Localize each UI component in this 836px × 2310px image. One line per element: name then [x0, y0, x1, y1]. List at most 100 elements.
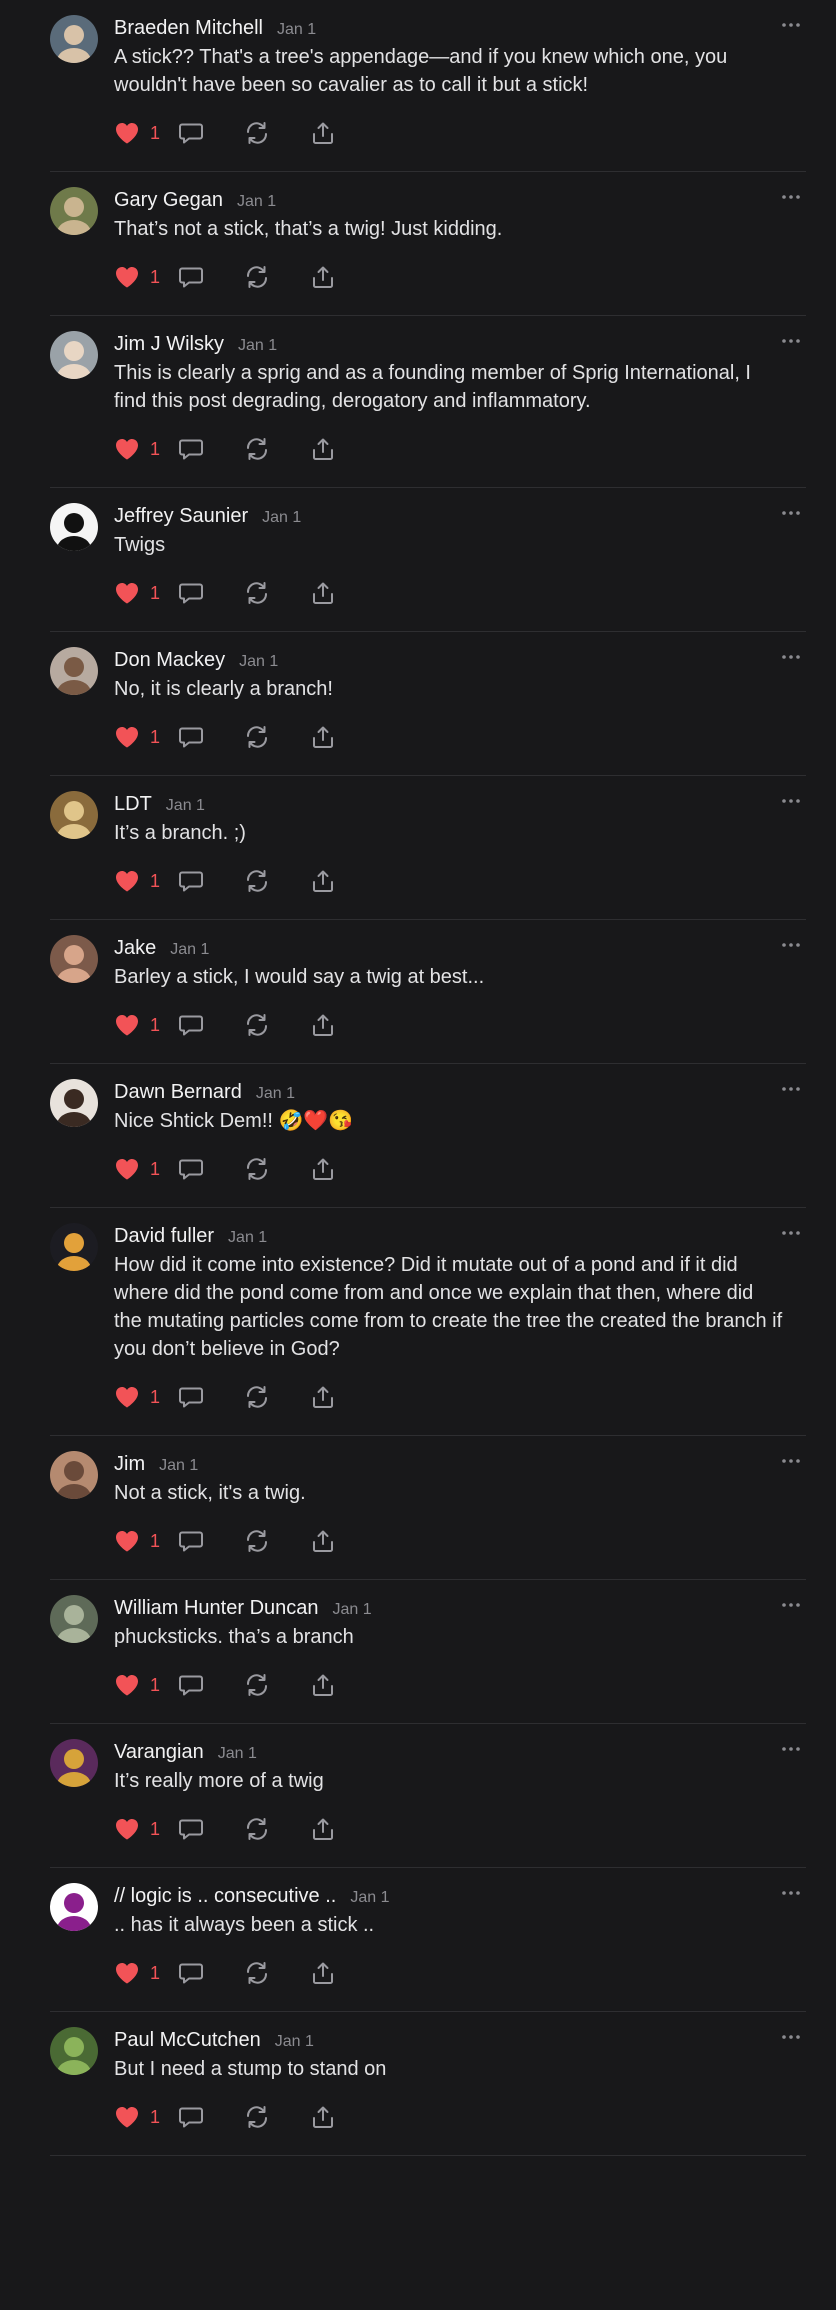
share-button[interactable]: [310, 725, 336, 749]
avatar[interactable]: [50, 331, 98, 379]
repost-button[interactable]: [244, 581, 270, 605]
like-button[interactable]: 1: [114, 1961, 176, 1985]
comment-date[interactable]: Jan 1: [262, 509, 301, 527]
more-options-button[interactable]: [778, 334, 804, 348]
author-name[interactable]: LDT: [114, 793, 152, 816]
author-name[interactable]: William Hunter Duncan: [114, 1597, 319, 1620]
comment-date[interactable]: Jan 1: [256, 1085, 295, 1103]
author-name[interactable]: Jake: [114, 937, 156, 960]
like-button[interactable]: 1: [114, 121, 176, 145]
reply-button[interactable]: [178, 1961, 204, 1985]
like-button[interactable]: 1: [114, 265, 176, 289]
avatar[interactable]: [50, 791, 98, 839]
share-button[interactable]: [310, 1157, 336, 1181]
reply-button[interactable]: [178, 1013, 204, 1037]
reply-button[interactable]: [178, 2105, 204, 2129]
avatar[interactable]: [50, 503, 98, 551]
repost-button[interactable]: [244, 1961, 270, 1985]
avatar[interactable]: [50, 1883, 98, 1931]
comment-date[interactable]: Jan 1: [159, 1457, 198, 1475]
comment-date[interactable]: Jan 1: [277, 21, 316, 39]
repost-button[interactable]: [244, 121, 270, 145]
like-button[interactable]: 1: [114, 1817, 176, 1841]
reply-button[interactable]: [178, 869, 204, 893]
avatar[interactable]: [50, 187, 98, 235]
share-button[interactable]: [310, 265, 336, 289]
avatar[interactable]: [50, 2027, 98, 2075]
like-button[interactable]: 1: [114, 869, 176, 893]
comment-date[interactable]: Jan 1: [218, 1745, 257, 1763]
comment-date[interactable]: Jan 1: [238, 337, 277, 355]
repost-button[interactable]: [244, 725, 270, 749]
like-button[interactable]: 1: [114, 1157, 176, 1181]
author-name[interactable]: Varangian: [114, 1741, 204, 1764]
share-button[interactable]: [310, 581, 336, 605]
repost-button[interactable]: [244, 1013, 270, 1037]
like-button[interactable]: 1: [114, 581, 176, 605]
reply-button[interactable]: [178, 1817, 204, 1841]
comment-date[interactable]: Jan 1: [333, 1601, 372, 1619]
like-button[interactable]: 1: [114, 1529, 176, 1553]
author-name[interactable]: // logic is .. consecutive ..: [114, 1885, 336, 1908]
reply-button[interactable]: [178, 725, 204, 749]
more-options-button[interactable]: [778, 650, 804, 664]
more-options-button[interactable]: [778, 1082, 804, 1096]
author-name[interactable]: Jeffrey Saunier: [114, 505, 248, 528]
repost-button[interactable]: [244, 1817, 270, 1841]
avatar[interactable]: [50, 1451, 98, 1499]
author-name[interactable]: Paul McCutchen: [114, 2029, 261, 2052]
like-button[interactable]: 1: [114, 725, 176, 749]
author-name[interactable]: David fuller: [114, 1225, 214, 1248]
author-name[interactable]: Dawn Bernard: [114, 1081, 242, 1104]
reply-button[interactable]: [178, 1157, 204, 1181]
more-options-button[interactable]: [778, 1454, 804, 1468]
share-button[interactable]: [310, 437, 336, 461]
repost-button[interactable]: [244, 1157, 270, 1181]
avatar[interactable]: [50, 647, 98, 695]
like-button[interactable]: 1: [114, 437, 176, 461]
reply-button[interactable]: [178, 1673, 204, 1697]
share-button[interactable]: [310, 1385, 336, 1409]
comment-date[interactable]: Jan 1: [275, 2033, 314, 2051]
repost-button[interactable]: [244, 1529, 270, 1553]
author-name[interactable]: Gary Gegan: [114, 189, 223, 212]
share-button[interactable]: [310, 1817, 336, 1841]
more-options-button[interactable]: [778, 1886, 804, 1900]
like-button[interactable]: 1: [114, 2105, 176, 2129]
more-options-button[interactable]: [778, 1226, 804, 1240]
comment-date[interactable]: Jan 1: [228, 1229, 267, 1247]
reply-button[interactable]: [178, 437, 204, 461]
reply-button[interactable]: [178, 121, 204, 145]
reply-button[interactable]: [178, 1385, 204, 1409]
like-button[interactable]: 1: [114, 1673, 176, 1697]
more-options-button[interactable]: [778, 794, 804, 808]
reply-button[interactable]: [178, 265, 204, 289]
author-name[interactable]: Braeden Mitchell: [114, 17, 263, 40]
avatar[interactable]: [50, 1223, 98, 1271]
share-button[interactable]: [310, 121, 336, 145]
comment-date[interactable]: Jan 1: [237, 193, 276, 211]
comment-date[interactable]: Jan 1: [239, 653, 278, 671]
share-button[interactable]: [310, 1529, 336, 1553]
repost-button[interactable]: [244, 437, 270, 461]
author-name[interactable]: Don Mackey: [114, 649, 225, 672]
repost-button[interactable]: [244, 2105, 270, 2129]
comment-date[interactable]: Jan 1: [350, 1889, 389, 1907]
more-options-button[interactable]: [778, 938, 804, 952]
share-button[interactable]: [310, 1013, 336, 1037]
like-button[interactable]: 1: [114, 1385, 176, 1409]
share-button[interactable]: [310, 1961, 336, 1985]
reply-button[interactable]: [178, 581, 204, 605]
author-name[interactable]: Jim: [114, 1453, 145, 1476]
comment-date[interactable]: Jan 1: [170, 941, 209, 959]
avatar[interactable]: [50, 1595, 98, 1643]
avatar[interactable]: [50, 935, 98, 983]
repost-button[interactable]: [244, 265, 270, 289]
repost-button[interactable]: [244, 1673, 270, 1697]
more-options-button[interactable]: [778, 506, 804, 520]
more-options-button[interactable]: [778, 18, 804, 32]
repost-button[interactable]: [244, 869, 270, 893]
more-options-button[interactable]: [778, 1742, 804, 1756]
share-button[interactable]: [310, 1673, 336, 1697]
avatar[interactable]: [50, 1739, 98, 1787]
